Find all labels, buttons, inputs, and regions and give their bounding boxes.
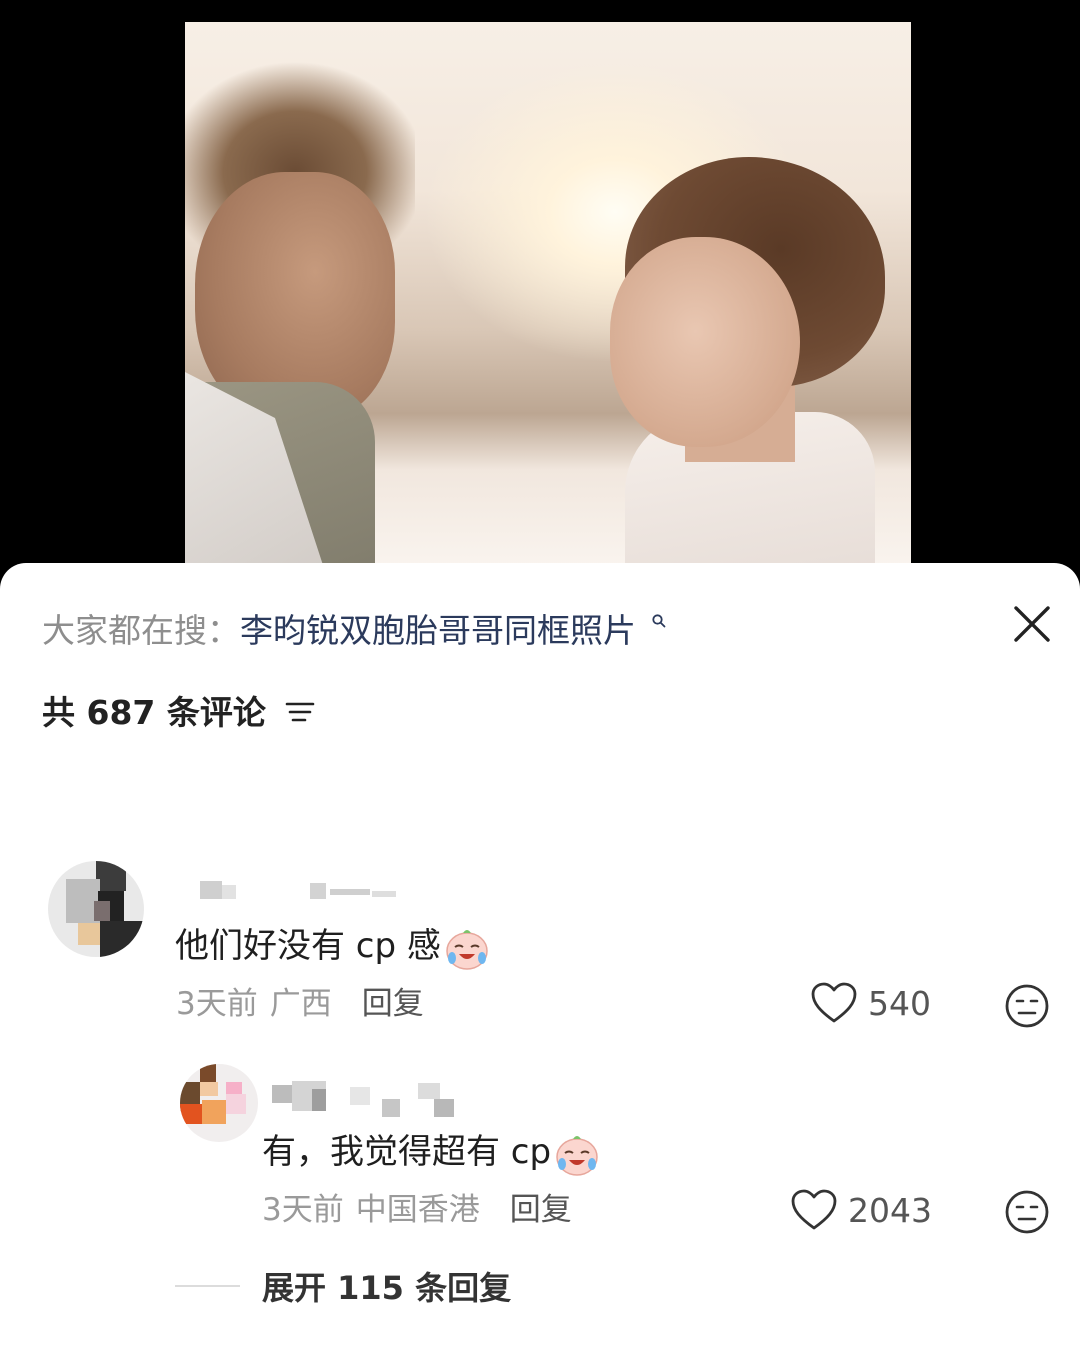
heart-icon: [791, 1189, 837, 1230]
avatar-pixel: [200, 1082, 218, 1096]
search-term[interactable]: 李昀锐双胞胎哥哥同框照片: [240, 611, 636, 650]
woman-face: [610, 237, 800, 447]
username-pixel: [434, 1099, 454, 1117]
comment-time: 3天前: [176, 986, 258, 1022]
sort-icon[interactable]: [285, 699, 315, 725]
username-pixel: [372, 891, 396, 897]
comment-text: 有，我觉得超有 cp: [262, 1131, 601, 1177]
username-redacted[interactable]: [200, 881, 400, 901]
comment-time: 3天前: [262, 1192, 344, 1228]
username-pixel: [418, 1083, 440, 1099]
search-suggestion[interactable]: 大家都在搜：李昀锐双胞胎哥哥同框照片: [42, 611, 667, 651]
comment-meta: 3天前 广西 回复: [176, 985, 424, 1023]
avatar-pixel: [200, 1064, 216, 1082]
comment-count: 共 687 条评论: [42, 693, 266, 732]
search-icon: [651, 614, 665, 628]
username-pixel: [382, 1099, 400, 1117]
avatar-pixel: [226, 1082, 242, 1094]
heart-icon: [811, 982, 857, 1023]
like-count: 2043: [848, 1190, 932, 1230]
avatar[interactable]: [48, 861, 144, 957]
like-count: 540: [868, 983, 931, 1023]
post-photo[interactable]: [185, 22, 911, 582]
comment-location: 中国香港: [355, 1192, 480, 1228]
username-pixel: [312, 1089, 326, 1111]
comment-sheet: 大家都在搜：李昀锐双胞胎哥哥同框照片 共 687 条评论 他们好没有 cp 感 …: [0, 563, 1080, 1368]
comment-body: 他们好没有 cp 感: [175, 926, 441, 966]
avatar-pixel: [94, 901, 110, 921]
like-button[interactable]: 2043: [790, 1188, 932, 1232]
comment-body: 有，我觉得超有 cp: [262, 1132, 552, 1172]
comment-location: 广西: [269, 986, 332, 1022]
dislike-face-icon[interactable]: [1003, 982, 1051, 1030]
expand-replies-button[interactable]: 展开 115 条回复: [175, 1263, 511, 1309]
avatar-pixel: [202, 1100, 226, 1124]
reply-button[interactable]: 回复: [510, 1192, 572, 1228]
crying-laughing-emoji: [556, 1136, 598, 1176]
avatar-pixel: [96, 861, 126, 891]
username-pixel: [222, 885, 236, 899]
like-button[interactable]: 540: [810, 981, 931, 1025]
username-redacted[interactable]: [272, 1081, 472, 1117]
comment-text: 他们好没有 cp 感: [175, 925, 491, 971]
comment-meta: 3天前 中国香港 回复: [262, 1191, 572, 1229]
avatar-pixel: [78, 923, 100, 945]
username-pixel: [330, 889, 370, 895]
avatar-pixel: [100, 921, 144, 957]
comment-count-header: 共 687 条评论: [42, 693, 315, 733]
avatar[interactable]: [180, 1064, 258, 1142]
username-pixel: [310, 883, 326, 899]
divider-line: [175, 1285, 240, 1287]
close-button[interactable]: [1010, 602, 1054, 646]
search-prefix: 大家都在搜：: [42, 611, 240, 650]
dislike-face-icon[interactable]: [1003, 1188, 1051, 1236]
expand-replies-label: 展开 115 条回复: [262, 1269, 512, 1307]
username-pixel: [200, 881, 222, 899]
avatar-pixel: [226, 1094, 246, 1114]
reply-button[interactable]: 回复: [362, 986, 424, 1022]
crying-laughing-emoji: [446, 930, 488, 970]
username-pixel: [272, 1085, 292, 1103]
username-pixel: [350, 1087, 370, 1105]
avatar-pixel: [180, 1104, 202, 1124]
